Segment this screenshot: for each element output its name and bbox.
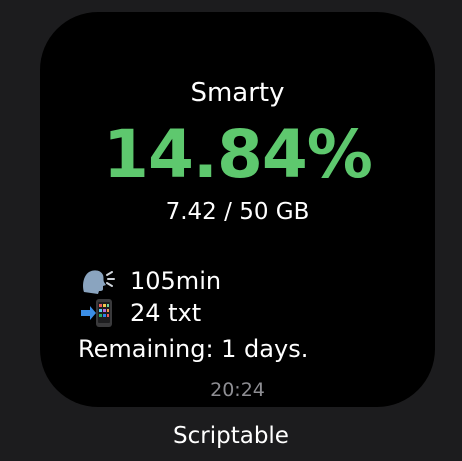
carrier-name: Smarty: [190, 78, 285, 108]
minutes-row: 105min: [80, 266, 221, 296]
phone-arrow-icon: [80, 298, 116, 328]
data-usage-percent: 14.84%: [103, 116, 373, 193]
widget-app-label: Scriptable: [173, 423, 289, 449]
last-updated-time: 20:24: [210, 379, 265, 401]
speaking-head-icon: [80, 266, 116, 296]
days-remaining: Remaining: 1 days.: [78, 335, 309, 363]
texts-remaining: 24 txt: [130, 299, 202, 327]
data-usage-amount: 7.42 / 50 GB: [165, 199, 310, 225]
home-screen: Smarty 14.84% 7.42 / 50 GB 105min 24 txt…: [0, 0, 462, 461]
scriptable-widget[interactable]: Smarty 14.84% 7.42 / 50 GB 105min 24 txt…: [40, 12, 435, 407]
minutes-remaining: 105min: [130, 267, 222, 295]
texts-row: 24 txt: [80, 298, 201, 328]
